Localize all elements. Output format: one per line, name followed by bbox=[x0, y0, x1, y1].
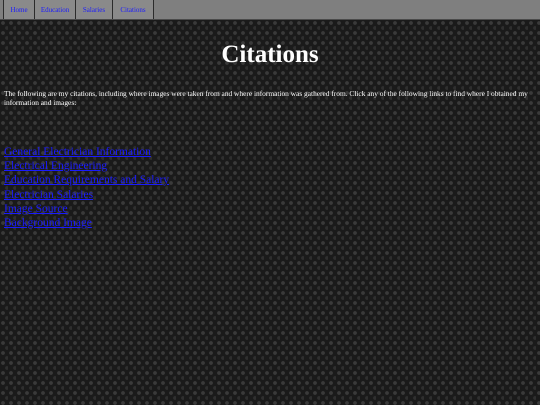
intro-paragraph: The following are my citations, includin… bbox=[4, 89, 528, 107]
list-item: Education Requirements and Salary bbox=[4, 170, 169, 186]
citation-link-background-image[interactable]: Background Image bbox=[4, 217, 92, 229]
top-navbar: Home Education Salaries Citations bbox=[0, 0, 540, 20]
nav-citations-link[interactable]: Citations bbox=[112, 0, 154, 19]
nav-salaries-link[interactable]: Salaries bbox=[75, 0, 112, 19]
nav-home-link[interactable]: Home bbox=[3, 0, 34, 19]
list-item: Electrician Salaries bbox=[4, 185, 169, 201]
list-item: General Electrician Information bbox=[4, 142, 169, 158]
list-item: Electrical Engineering bbox=[4, 156, 169, 172]
nav-education-link[interactable]: Education bbox=[34, 0, 75, 19]
citation-link-list: General Electrician Information Electric… bbox=[4, 142, 169, 229]
list-item: Background Image bbox=[4, 213, 169, 229]
page-title: Citations bbox=[221, 41, 319, 68]
